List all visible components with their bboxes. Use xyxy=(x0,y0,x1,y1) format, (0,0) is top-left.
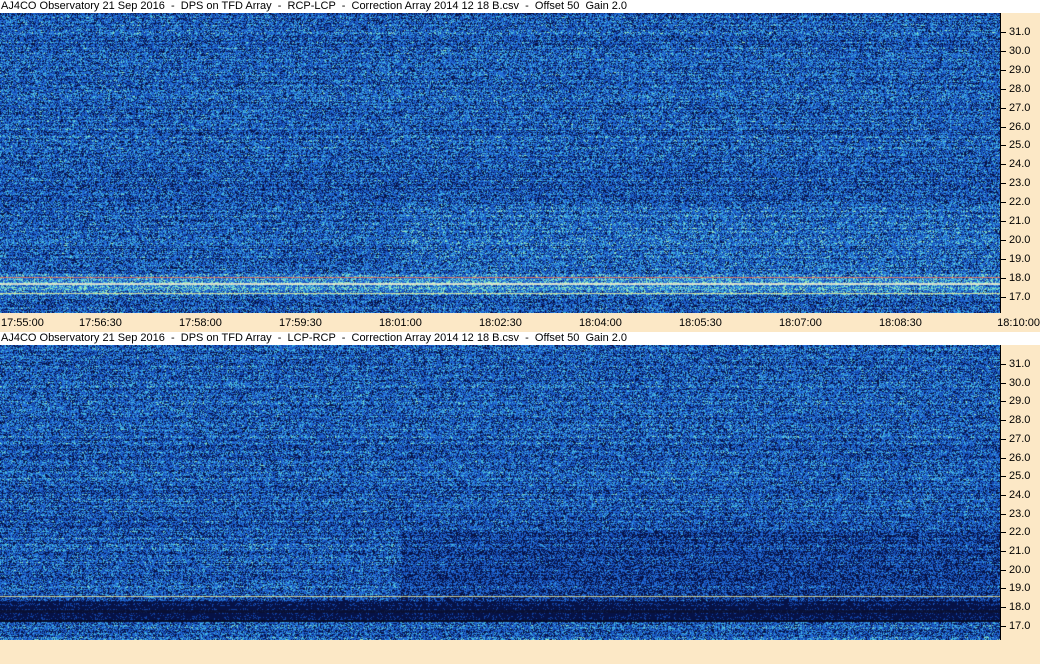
bottom-axis-strip xyxy=(0,640,1040,664)
freq-label: 26.0 xyxy=(1009,120,1031,133)
freq-label: 30.0 xyxy=(1009,44,1031,57)
freq-label: 22.0 xyxy=(1009,526,1031,539)
freq-label: 27.0 xyxy=(1009,101,1031,114)
freq-tick xyxy=(1001,88,1006,90)
freq-label: 18.0 xyxy=(1009,271,1031,284)
spectrogram-rcp-lcp xyxy=(0,13,1000,313)
time-label: 17:58:00 xyxy=(179,317,222,329)
time-label: 18:04:00 xyxy=(579,317,622,329)
time-label: 18:10:00 xyxy=(997,317,1040,329)
panel-bottom-title: AJ4CO Observatory 21 Sep 2016 - DPS on T… xyxy=(0,332,1040,345)
freq-label: 18.0 xyxy=(1009,601,1031,614)
freq-label: 23.0 xyxy=(1009,507,1031,520)
freq-label: 20.0 xyxy=(1009,233,1031,246)
freq-tick xyxy=(1001,569,1006,571)
time-label: 17:56:30 xyxy=(79,317,122,329)
freq-label: 26.0 xyxy=(1009,451,1031,464)
freq-tick xyxy=(1001,588,1006,590)
freq-label: 17.0 xyxy=(1009,619,1031,632)
freq-label: 22.0 xyxy=(1009,196,1031,209)
freq-tick xyxy=(1001,401,1006,403)
freq-label: 30.0 xyxy=(1009,376,1031,389)
panel-top-title: AJ4CO Observatory 21 Sep 2016 - DPS on T… xyxy=(0,0,1040,13)
time-label: 17:59:30 xyxy=(279,317,322,329)
time-label: 17:55:00 xyxy=(1,317,44,329)
freq-tick xyxy=(1001,364,1006,365)
freq-label: 24.0 xyxy=(1009,158,1031,171)
frequency-axis-top: 31.0 30.0 29.0 28.0 27.0 26.0 25.0 24.0 23.0 22.0… xyxy=(1000,13,1040,313)
time-label: 18:05:30 xyxy=(679,317,722,329)
freq-tick xyxy=(1001,145,1006,147)
freq-label: 20.0 xyxy=(1009,563,1031,576)
freq-label: 27.0 xyxy=(1009,432,1031,445)
freq-label: 31.0 xyxy=(1009,26,1031,38)
freq-tick xyxy=(1001,164,1006,166)
freq-tick xyxy=(1001,476,1006,478)
freq-tick xyxy=(1001,183,1006,185)
freq-label: 17.0 xyxy=(1009,290,1031,303)
time-label: 18:08:30 xyxy=(879,317,922,329)
time-label: 18:01:00 xyxy=(379,317,422,329)
freq-tick xyxy=(1001,50,1006,52)
freq-tick xyxy=(1001,239,1006,241)
freq-tick xyxy=(1001,277,1006,279)
freq-tick xyxy=(1001,532,1006,534)
freq-tick xyxy=(1001,107,1006,109)
freq-tick xyxy=(1001,202,1006,204)
freq-label: 25.0 xyxy=(1009,470,1031,483)
freq-tick xyxy=(1001,221,1006,222)
freq-tick xyxy=(1001,551,1006,552)
freq-label: 28.0 xyxy=(1009,82,1031,95)
freq-label: 31.0 xyxy=(1009,358,1031,370)
freq-label: 23.0 xyxy=(1009,177,1031,190)
freq-label: 25.0 xyxy=(1009,139,1031,152)
freq-tick xyxy=(1001,32,1006,33)
freq-label: 19.0 xyxy=(1009,582,1031,595)
freq-tick xyxy=(1001,625,1006,627)
freq-label: 28.0 xyxy=(1009,414,1031,427)
freq-tick xyxy=(1001,513,1006,515)
spectrogram-lcp-rcp xyxy=(0,345,1000,640)
time-label: 18:02:30 xyxy=(479,317,522,329)
frequency-axis-bottom: 31.0 30.0 29.0 28.0 27.0 26.0 25.0 24.0 23.0 22.0… xyxy=(1000,345,1040,640)
freq-tick xyxy=(1001,258,1006,260)
freq-label: 29.0 xyxy=(1009,63,1031,76)
freq-tick xyxy=(1001,69,1006,71)
freq-tick xyxy=(1001,126,1006,128)
freq-tick xyxy=(1001,296,1006,298)
freq-label: 21.0 xyxy=(1009,215,1031,227)
time-label: 18:07:00 xyxy=(779,317,822,329)
freq-tick xyxy=(1001,438,1006,440)
freq-tick xyxy=(1001,607,1006,609)
freq-tick xyxy=(1001,382,1006,384)
freq-tick xyxy=(1001,494,1006,496)
freq-label: 24.0 xyxy=(1009,488,1031,501)
freq-tick xyxy=(1001,420,1006,422)
freq-label: 19.0 xyxy=(1009,252,1031,265)
freq-tick xyxy=(1001,457,1006,459)
freq-label: 21.0 xyxy=(1009,545,1031,557)
freq-label: 29.0 xyxy=(1009,395,1031,408)
time-axis: 17:55:00 17:56:30 17:58:00 17:59:30 18:01:00… xyxy=(0,313,1040,332)
